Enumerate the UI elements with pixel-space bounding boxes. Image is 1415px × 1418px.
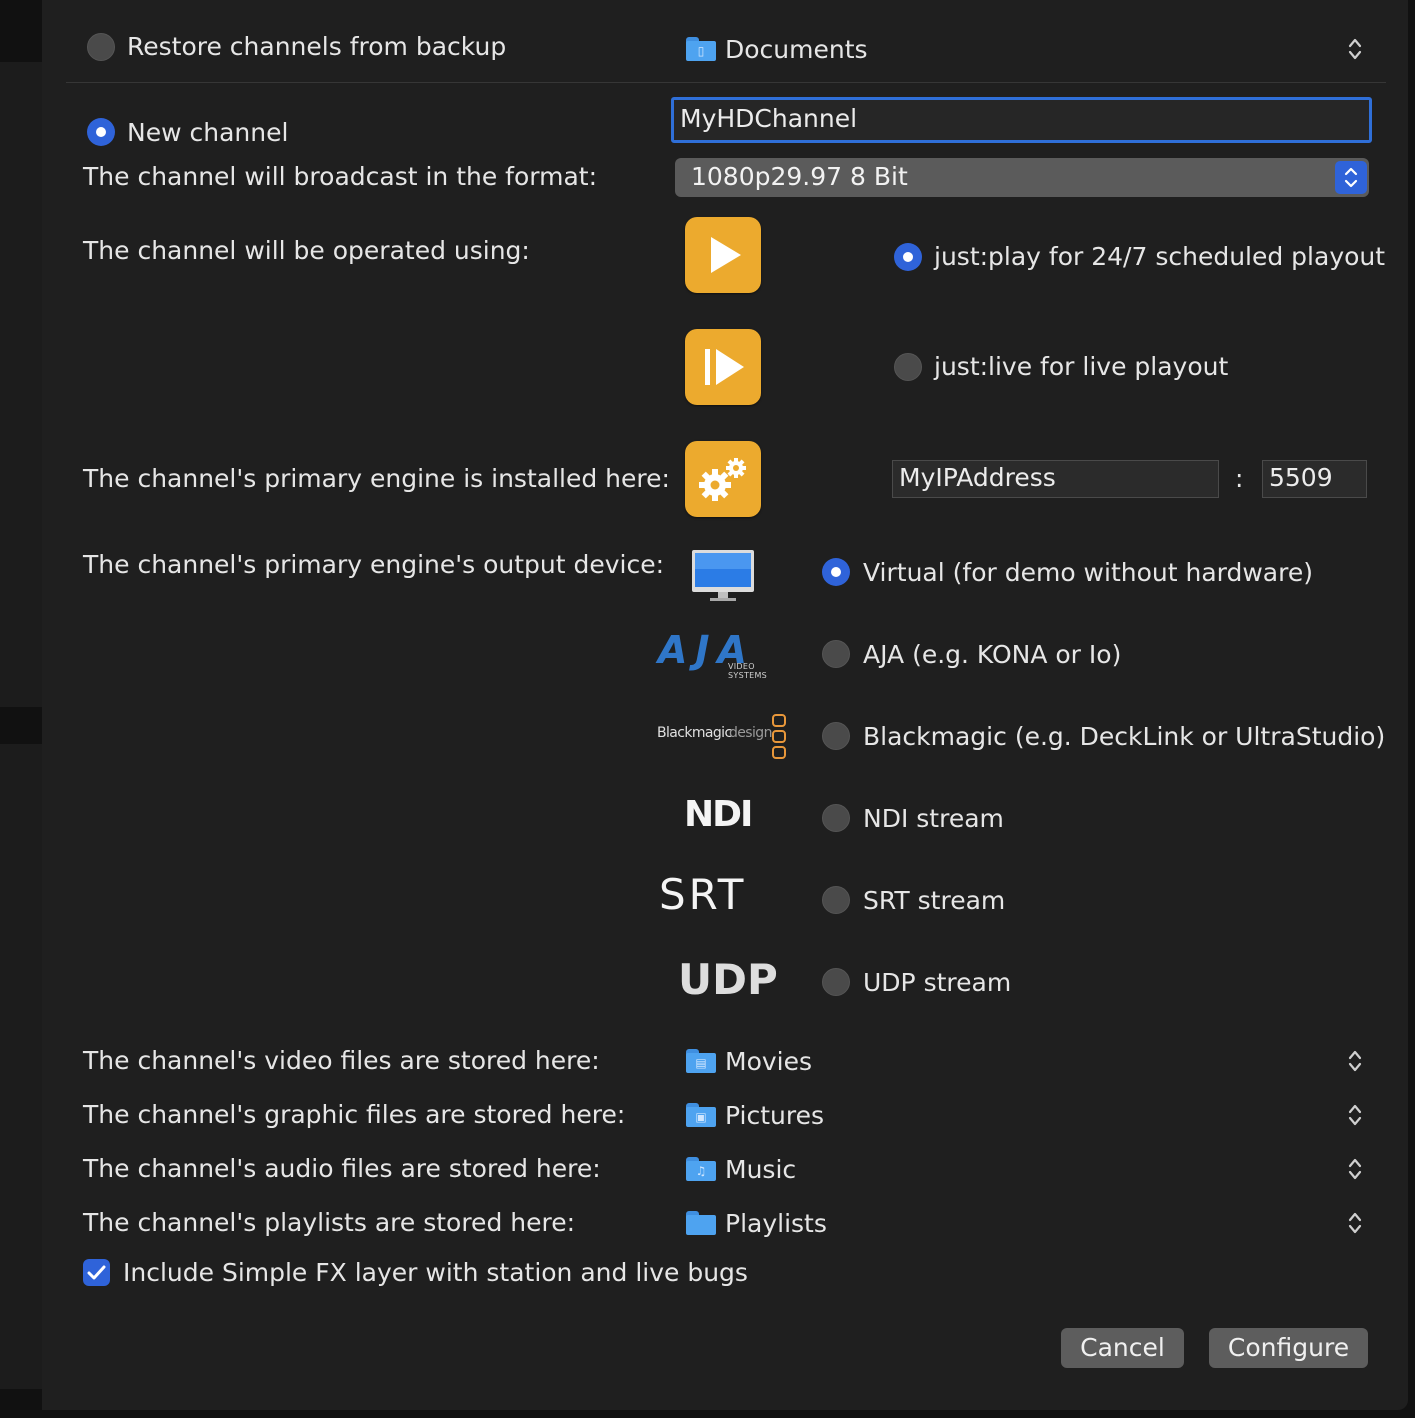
aja-label[interactable]: AJA (e.g. KONA or Io) — [863, 640, 1121, 670]
monitor-icon — [689, 548, 757, 604]
background-window-strip — [0, 62, 42, 707]
format-stepper-icon[interactable] — [1335, 161, 1367, 194]
restore-label[interactable]: Restore channels from backup — [127, 32, 506, 62]
restore-radio[interactable] — [87, 33, 115, 61]
live-play-icon — [685, 329, 761, 405]
udp-radio[interactable] — [822, 968, 850, 996]
configure-button[interactable]: Configure — [1209, 1328, 1368, 1368]
srt-label[interactable]: SRT stream — [863, 886, 1005, 916]
ndi-label[interactable]: NDI stream — [863, 804, 1004, 834]
justlive-radio[interactable] — [894, 353, 922, 381]
playlist-folder-chevron-icon[interactable] — [1348, 1210, 1362, 1236]
backup-folder-chevron-icon[interactable] — [1348, 36, 1362, 62]
playlist-folder-popup[interactable]: Playlists — [725, 1209, 827, 1239]
playlist-storage-label: The channel's playlists are stored here: — [83, 1208, 576, 1237]
audio-folder-chevron-icon[interactable] — [1348, 1156, 1362, 1182]
pictures-folder-icon: ▣ — [686, 1103, 716, 1127]
background-window-strip — [0, 744, 42, 1389]
blackmagic-logo-text-b: design — [729, 725, 772, 741]
aja-logo-subtext: VIDEO SYSTEMS — [728, 662, 768, 680]
backup-folder-popup[interactable]: Documents — [725, 35, 868, 65]
channel-name-input[interactable]: MyHDChannel — [671, 97, 1372, 143]
cancel-button[interactable]: Cancel — [1061, 1328, 1184, 1368]
simple-fx-label[interactable]: Include Simple FX layer with station and… — [123, 1258, 748, 1288]
graphic-folder-popup[interactable]: Pictures — [725, 1101, 824, 1131]
justplay-label[interactable]: just:play for 24/7 scheduled playout — [934, 242, 1385, 272]
engine-port-input[interactable]: 5509 — [1262, 460, 1367, 498]
format-value: 1080p29.97 8 Bit — [691, 162, 908, 191]
video-folder-chevron-icon[interactable] — [1348, 1048, 1362, 1074]
graphic-folder-chevron-icon[interactable] — [1348, 1102, 1362, 1128]
playlists-folder-icon — [686, 1211, 716, 1235]
address-port-separator: : — [1235, 464, 1244, 493]
graphic-storage-label: The channel's graphic files are stored h… — [83, 1100, 626, 1129]
blackmagic-logo-text-a: Blackmagic — [657, 725, 732, 741]
virtual-label[interactable]: Virtual (for demo without hardware) — [863, 558, 1313, 588]
justlive-label[interactable]: just:live for live playout — [934, 352, 1228, 382]
format-popup[interactable]: 1080p29.97 8 Bit — [675, 158, 1369, 197]
aja-logo: AJA VIDEO SYSTEMS — [658, 628, 790, 680]
ndi-radio[interactable] — [822, 804, 850, 832]
section-divider — [66, 82, 1386, 83]
operation-label: The channel will be operated using: — [83, 236, 530, 265]
udp-label[interactable]: UDP stream — [863, 968, 1011, 998]
movies-folder-icon: ▤ — [686, 1049, 716, 1073]
virtual-radio[interactable] — [822, 558, 850, 586]
blackmagic-logo: Blackmagic design — [657, 714, 789, 760]
engine-address-input[interactable]: MyIPAddress — [892, 460, 1219, 498]
srt-logo: SRT — [659, 870, 747, 919]
ndi-logo: NDI — [684, 794, 753, 835]
simple-fx-checkbox[interactable] — [83, 1259, 110, 1286]
music-folder-icon: ♫ — [686, 1157, 716, 1181]
blackmagic-label[interactable]: Blackmagic (e.g. DeckLink or UltraStudio… — [863, 722, 1385, 752]
new-channel-dialog: Restore channels from backup ▯ Documents… — [42, 0, 1408, 1410]
output-label: The channel's primary engine's output de… — [83, 550, 665, 579]
udp-logo: UDP — [678, 955, 778, 1004]
format-label: The channel will broadcast in the format… — [83, 162, 598, 191]
audio-storage-label: The channel's audio files are stored her… — [83, 1154, 601, 1183]
video-storage-label: The channel's video files are stored her… — [83, 1046, 600, 1075]
play-icon — [685, 217, 761, 293]
new-channel-radio[interactable] — [87, 118, 115, 146]
blackmagic-radio[interactable] — [822, 722, 850, 750]
audio-folder-popup[interactable]: Music — [725, 1155, 796, 1185]
engine-label: The channel's primary engine is installe… — [83, 464, 670, 493]
video-folder-popup[interactable]: Movies — [725, 1047, 812, 1077]
justplay-radio[interactable] — [894, 243, 922, 271]
srt-radio[interactable] — [822, 886, 850, 914]
documents-folder-icon: ▯ — [686, 37, 716, 61]
aja-radio[interactable] — [822, 640, 850, 668]
new-channel-label[interactable]: New channel — [127, 118, 288, 148]
gears-icon — [685, 441, 761, 517]
